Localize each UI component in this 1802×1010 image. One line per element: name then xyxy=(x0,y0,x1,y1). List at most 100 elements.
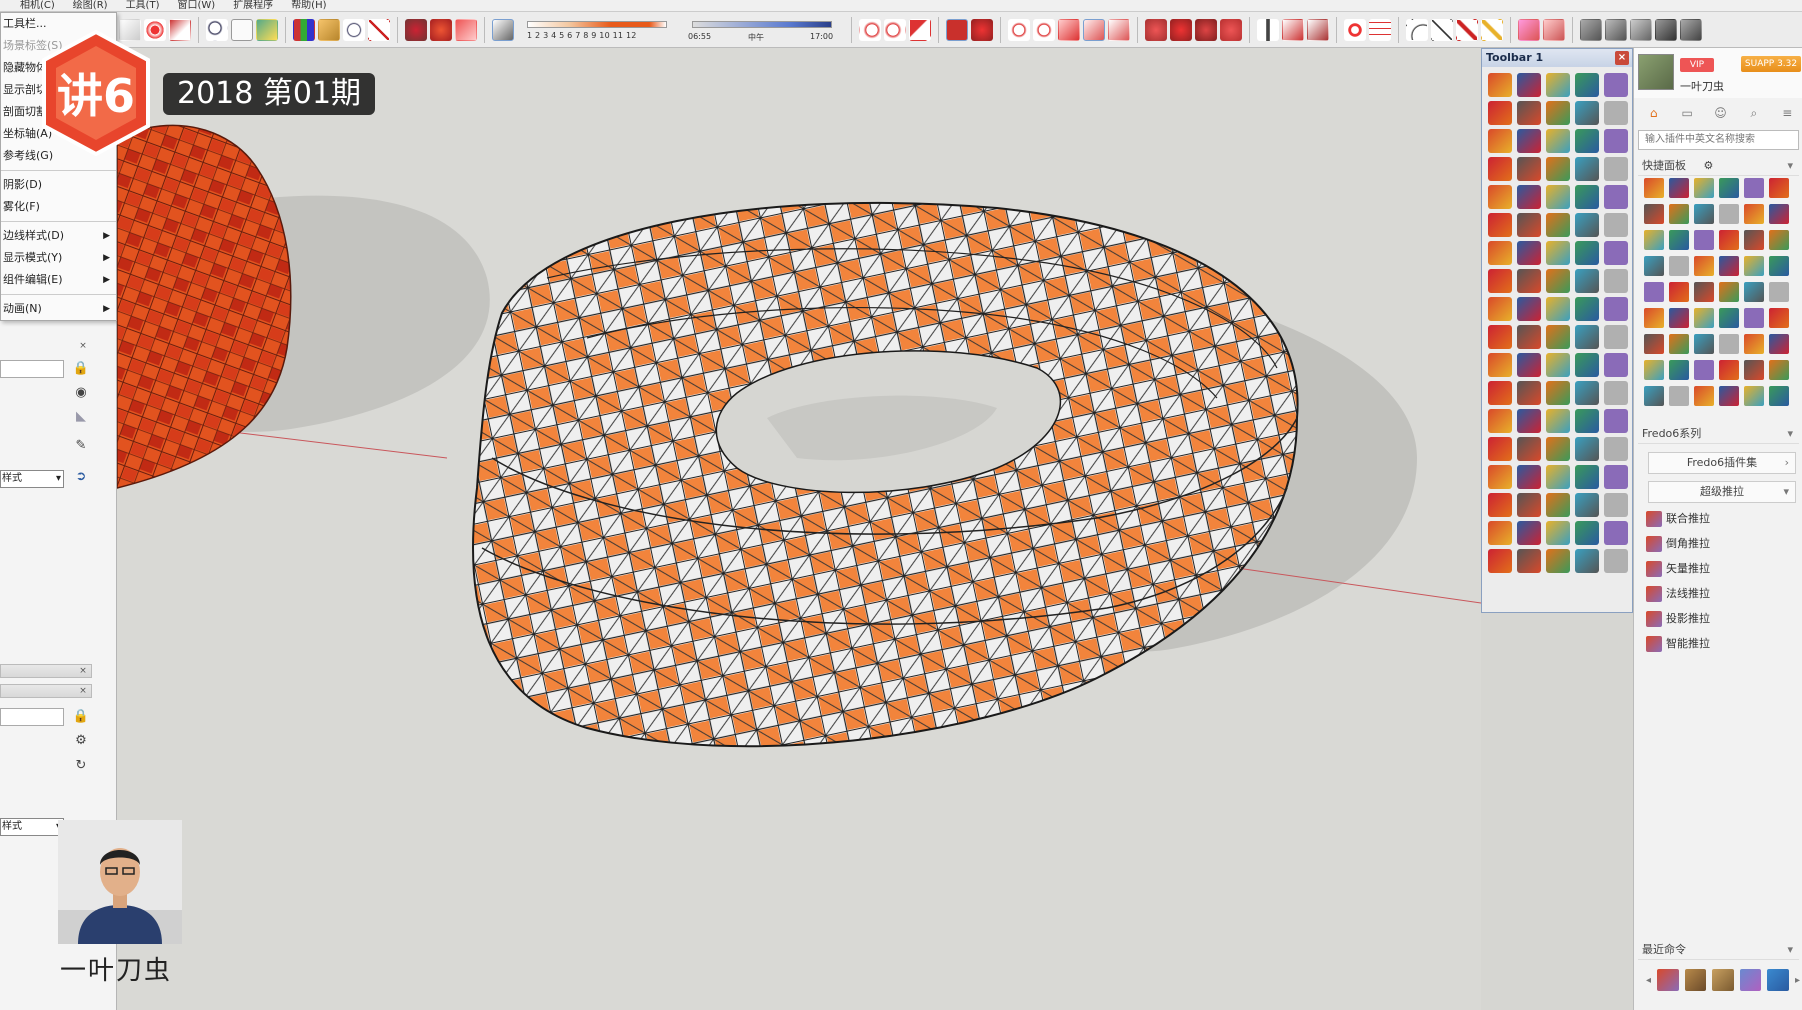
toolbar1-tool-icon[interactable] xyxy=(1575,409,1599,433)
menu-item-component-edit[interactable]: 组件编辑(E) ▶ xyxy=(1,269,116,291)
toolbar1-tool-icon[interactable] xyxy=(1575,325,1599,349)
toolbar1-tool-icon[interactable] xyxy=(1575,213,1599,237)
menu-draw[interactable]: 绘图(R) xyxy=(73,0,108,11)
toolbar1-tool-icon[interactable] xyxy=(1575,101,1599,125)
view-top-icon[interactable] xyxy=(1605,18,1627,41)
toolbar1-tool-icon[interactable] xyxy=(1604,493,1628,517)
paint-bucket-icon[interactable] xyxy=(1083,18,1105,41)
quick-panel-tool-icon[interactable] xyxy=(1644,204,1664,224)
quick-panel-tool-icon[interactable] xyxy=(1669,308,1689,328)
toolbar1-tool-icon[interactable] xyxy=(1488,437,1512,461)
close-icon[interactable]: × xyxy=(1615,51,1629,65)
toolbar1-tool-icon[interactable] xyxy=(1575,493,1599,517)
toolbar1-tool-icon[interactable] xyxy=(1604,101,1628,125)
gear-icon[interactable] xyxy=(1344,18,1366,41)
quick-panel-tool-icon[interactable] xyxy=(1644,334,1664,354)
quick-panel-tool-icon[interactable] xyxy=(1694,204,1714,224)
lock-icon[interactable]: 🔒 xyxy=(72,708,90,726)
menu-item-face-style[interactable]: 显示模式(Y) ▶ xyxy=(1,247,116,269)
quick-panel-tool-icon[interactable] xyxy=(1744,386,1764,406)
toolbar1-tool-icon[interactable] xyxy=(1575,185,1599,209)
tray-name-field[interactable] xyxy=(0,360,64,378)
lock-icon[interactable] xyxy=(1282,18,1304,41)
cmd-extrude-pushpull[interactable]: 投影推拉 xyxy=(1644,608,1794,630)
toolbar-title-bar[interactable]: Toolbar 1 × xyxy=(1482,49,1632,67)
toolbar1-tool-icon[interactable] xyxy=(1575,73,1599,97)
quick-panel-tool-icon[interactable] xyxy=(1669,334,1689,354)
grid-icon[interactable] xyxy=(1369,18,1391,41)
quick-panel-tool-icon[interactable] xyxy=(1669,360,1689,380)
toolbar1-tool-icon[interactable] xyxy=(1604,437,1628,461)
cmd-smart-pushpull[interactable]: 智能推拉 xyxy=(1644,633,1794,655)
toolbar1-tool-icon[interactable] xyxy=(1517,269,1541,293)
rotate-right-icon[interactable] xyxy=(1033,18,1055,41)
quick-panel-tool-icon[interactable] xyxy=(1669,230,1689,250)
quick-panel-tool-icon[interactable] xyxy=(1769,178,1789,198)
toolbar1-tool-icon[interactable] xyxy=(1575,353,1599,377)
quick-panel-tool-icon[interactable] xyxy=(1644,282,1664,302)
shadow-time-bar[interactable] xyxy=(692,20,832,28)
scroll-left-icon[interactable]: ◂ xyxy=(1646,975,1651,986)
toolbar1-tool-icon[interactable] xyxy=(1546,493,1570,517)
scroll-right-icon[interactable]: ▸ xyxy=(1795,975,1800,986)
toolbar1-tool-icon[interactable] xyxy=(1517,241,1541,265)
quick-panel-tool-icon[interactable] xyxy=(1719,386,1739,406)
shadow-time-slider[interactable]: 06:55 中午 17:00 xyxy=(688,15,838,45)
layer-manager-icon[interactable] xyxy=(1543,18,1565,41)
toolbar1-tool-icon[interactable] xyxy=(1604,353,1628,377)
view-back-icon[interactable] xyxy=(1680,18,1702,41)
toolbar1-tool-icon[interactable] xyxy=(1604,409,1628,433)
toolbar1-tool-icon[interactable] xyxy=(1546,213,1570,237)
quick-panel-tool-icon[interactable] xyxy=(1769,204,1789,224)
toolbar1-tool-icon[interactable] xyxy=(1546,269,1570,293)
style-select[interactable]: 样式 xyxy=(0,470,64,488)
quick-panel-tool-icon[interactable] xyxy=(1744,230,1764,250)
toolbar1-tool-icon[interactable] xyxy=(1575,129,1599,153)
gear-icon[interactable]: ⚙ xyxy=(1704,159,1714,172)
toolbar1-tool-icon[interactable] xyxy=(1546,185,1570,209)
shadow-toggle-icon[interactable] xyxy=(492,18,514,41)
curve-icon[interactable] xyxy=(1767,969,1789,991)
toolbar1-tool-icon[interactable] xyxy=(1488,549,1512,573)
toolbar1-tool-icon[interactable] xyxy=(1488,409,1512,433)
toolbar1-tool-icon[interactable] xyxy=(1546,465,1570,489)
quick-panel-tool-icon[interactable] xyxy=(1744,256,1764,276)
quick-panel-tool-icon[interactable] xyxy=(1769,256,1789,276)
arrow-pen-icon[interactable] xyxy=(1307,18,1329,41)
view-right-icon[interactable] xyxy=(1655,18,1677,41)
section-cut-icon[interactable] xyxy=(1220,18,1242,41)
toolbar1-tool-icon[interactable] xyxy=(1604,241,1628,265)
toolbar1-tool-icon[interactable] xyxy=(1488,269,1512,293)
toolbar1-tool-icon[interactable] xyxy=(1488,241,1512,265)
toolbar1-tool-icon[interactable] xyxy=(1575,297,1599,321)
toolbar1-tool-icon[interactable] xyxy=(1488,185,1512,209)
walk-icon[interactable] xyxy=(318,18,340,41)
toolbar1-tool-icon[interactable] xyxy=(1546,437,1570,461)
cmd-joint-pushpull[interactable]: 联合推拉 xyxy=(1644,508,1794,530)
toolbar1-tool-icon[interactable] xyxy=(1604,213,1628,237)
refresh-icon[interactable]: ↻ xyxy=(72,757,90,775)
quick-panel-tool-icon[interactable] xyxy=(1669,282,1689,302)
menu-item-animation[interactable]: 动画(N) ▶ xyxy=(1,298,116,320)
quick-panel-tool-icon[interactable] xyxy=(1769,308,1789,328)
quick-panel-tool-icon[interactable] xyxy=(1694,334,1714,354)
quick-panel-tool-icon[interactable] xyxy=(1644,178,1664,198)
quick-panel-tool-icon[interactable] xyxy=(1694,386,1714,406)
toolbar1-tool-icon[interactable] xyxy=(1517,409,1541,433)
toolbar1-tool-icon[interactable] xyxy=(1546,73,1570,97)
quick-panel-tool-icon[interactable] xyxy=(1744,282,1764,302)
quick-panel-tool-icon[interactable] xyxy=(1694,360,1714,380)
scene-canvas[interactable] xyxy=(117,48,1481,1010)
toolbar1-tool-icon[interactable] xyxy=(1517,213,1541,237)
toolbar1-tool-icon[interactable] xyxy=(1604,73,1628,97)
toolbar1-tool-icon[interactable] xyxy=(1604,185,1628,209)
component-icon[interactable] xyxy=(405,18,427,41)
zoom-window-icon[interactable] xyxy=(343,18,365,41)
style-select[interactable]: 样式 xyxy=(0,818,64,836)
quick-panel-tool-icon[interactable] xyxy=(1744,360,1764,380)
view-iso-icon[interactable] xyxy=(1580,18,1602,41)
home-tab-icon[interactable]: ⌂ xyxy=(1640,103,1667,123)
fredo-section-header[interactable]: Fredo6系列 ▾ xyxy=(1638,424,1799,444)
quick-panel-tool-icon[interactable] xyxy=(1644,360,1664,380)
toolbar1-tool-icon[interactable] xyxy=(1517,353,1541,377)
